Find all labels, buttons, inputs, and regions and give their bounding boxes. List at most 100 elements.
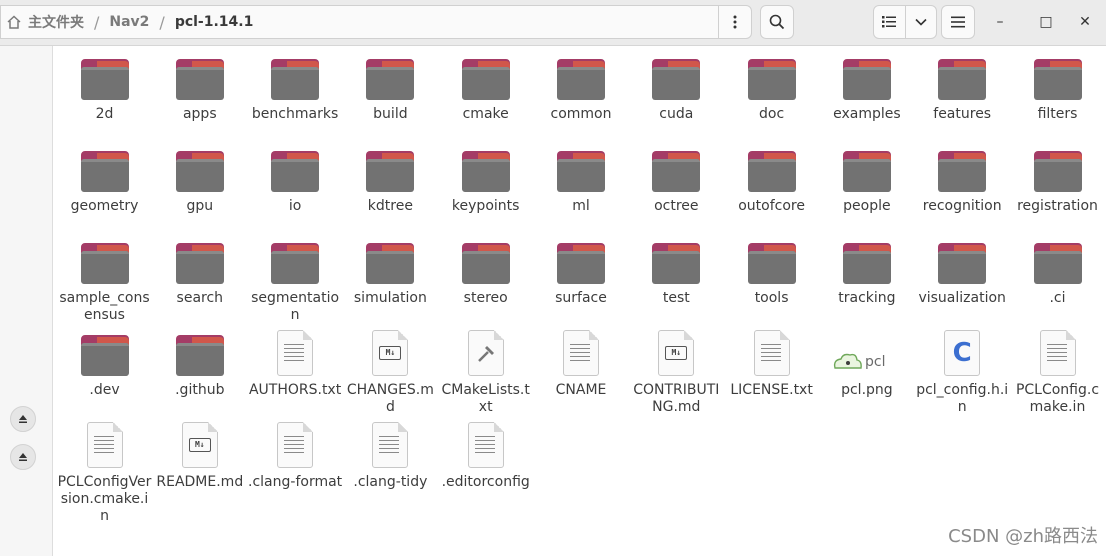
item-label: AUTHORS.txt (248, 382, 342, 398)
folder-item[interactable]: outofcore (724, 146, 819, 215)
text-file-icon (557, 330, 605, 376)
eject-icon (19, 415, 27, 423)
file-item[interactable]: M↓ README.md (152, 422, 247, 491)
item-label: .dev (89, 382, 120, 398)
folder-item[interactable]: visualization (915, 238, 1010, 307)
file-item[interactable]: LICENSE.txt (724, 330, 819, 399)
folder-item[interactable]: tools (724, 238, 819, 307)
folder-item[interactable]: benchmarks (248, 54, 343, 123)
folder-item[interactable]: cmake (438, 54, 533, 123)
folder-icon (557, 146, 605, 192)
eject-button[interactable] (10, 406, 36, 432)
file-item[interactable]: PCLConfig.cmake.in (1010, 330, 1105, 416)
folder-icon (366, 238, 415, 284)
svg-text:pcl: pcl (865, 354, 885, 370)
item-label: LICENSE.txt (730, 382, 813, 398)
folder-icon (938, 146, 987, 192)
folder-item[interactable]: .dev (57, 330, 152, 399)
folder-icon (461, 54, 510, 100)
folder-item[interactable]: ml (534, 146, 629, 215)
file-item[interactable]: M↓ CHANGES.md (343, 330, 438, 416)
folder-icon (747, 54, 796, 100)
file-item[interactable]: CNAME (534, 330, 629, 399)
folder-item[interactable]: segmentation (248, 238, 343, 324)
item-label: common (550, 106, 612, 122)
file-item[interactable]: PCLConfigVersion.cmake.in (57, 422, 152, 525)
item-label: sample_consensus (59, 290, 150, 323)
folder-item[interactable]: stereo (438, 238, 533, 307)
maximize-button[interactable]: □ (1034, 10, 1058, 34)
folder-item[interactable]: .ci (1010, 238, 1105, 307)
folder-item[interactable]: gpu (152, 146, 247, 215)
folder-item[interactable]: surface (534, 238, 629, 307)
folder-icon (842, 54, 891, 100)
file-item[interactable]: AUTHORS.txt (248, 330, 343, 399)
folder-item[interactable]: doc (724, 54, 819, 123)
item-label: CHANGES.md (346, 382, 434, 415)
folder-item[interactable]: keypoints (438, 146, 533, 215)
text-file-icon (462, 422, 510, 468)
folder-item[interactable]: filters (1010, 54, 1105, 123)
main-menu-button[interactable] (941, 5, 975, 39)
folder-icon (271, 238, 320, 284)
item-label: build (373, 106, 408, 122)
item-label: doc (759, 106, 785, 122)
search-button[interactable] (760, 5, 794, 39)
close-button[interactable]: ✕ (1073, 10, 1097, 34)
folder-item[interactable]: simulation (343, 238, 438, 307)
item-label: README.md (156, 474, 244, 490)
folder-item[interactable]: 2d (57, 54, 152, 123)
folder-item[interactable]: sample_consensus (57, 238, 152, 324)
folder-item[interactable]: recognition (915, 146, 1010, 215)
folder-icon (175, 330, 224, 376)
breadcrumb-home-label: 主文件夹 (28, 15, 84, 31)
file-item[interactable]: .editorconfig (438, 422, 533, 491)
folder-item[interactable]: kdtree (343, 146, 438, 215)
path-menu-button[interactable] (718, 5, 752, 39)
file-item[interactable]: pcl pcl.png (819, 330, 914, 399)
folder-item[interactable]: apps (152, 54, 247, 123)
breadcrumb-home[interactable]: 主文件夹 (0, 5, 90, 39)
folder-icon (652, 54, 701, 100)
item-label: features (933, 106, 992, 122)
folder-item[interactable]: cuda (629, 54, 724, 123)
folder-item[interactable]: common (534, 54, 629, 123)
item-label: CMakeLists.txt (441, 382, 530, 415)
folder-item[interactable]: geometry (57, 146, 152, 215)
folder-icon (366, 54, 415, 100)
breadcrumb-item-current[interactable]: pcl-1.14.1 (169, 5, 260, 39)
item-label: io (288, 198, 302, 214)
folder-item[interactable]: people (819, 146, 914, 215)
folder-item[interactable]: test (629, 238, 724, 307)
folder-icon (271, 146, 320, 192)
markdown-file-icon: M↓ (176, 422, 224, 468)
file-item[interactable]: Cpcl_config.h.in (915, 330, 1010, 416)
folder-item[interactable]: build (343, 54, 438, 123)
folder-item[interactable]: features (915, 54, 1010, 123)
folder-item[interactable]: .github (152, 330, 247, 399)
minimize-button[interactable]: – (988, 10, 1012, 34)
file-item[interactable]: .clang-tidy (343, 422, 438, 491)
breadcrumb-item-nav2[interactable]: Nav2 (103, 5, 155, 39)
file-item[interactable]: M↓ CONTRIBUTING.md (629, 330, 724, 416)
folder-item[interactable]: registration (1010, 146, 1105, 215)
folder-item[interactable]: examples (819, 54, 914, 123)
item-label: PCLConfigVersion.cmake.in (57, 474, 152, 524)
list-view-button[interactable] (874, 6, 905, 38)
folder-item[interactable]: search (152, 238, 247, 307)
breadcrumb-separator: / (94, 12, 100, 32)
view-dropdown-button[interactable] (904, 6, 937, 38)
item-label: surface (555, 290, 607, 306)
item-label: pcl_config.h.in (916, 382, 1009, 415)
file-item[interactable]: .clang-format (248, 422, 343, 491)
item-label: benchmarks (251, 106, 339, 122)
text-file-icon (271, 422, 319, 468)
folder-icon (175, 54, 224, 100)
folder-item[interactable]: octree (629, 146, 724, 215)
folder-item[interactable]: io (248, 146, 343, 215)
file-item[interactable]: CMakeLists.txt (438, 330, 533, 416)
folder-item[interactable]: tracking (819, 238, 914, 307)
eject-button[interactable] (10, 444, 36, 470)
watermark: CSDN @zh路西法 (948, 526, 1098, 547)
folder-icon (747, 238, 796, 284)
